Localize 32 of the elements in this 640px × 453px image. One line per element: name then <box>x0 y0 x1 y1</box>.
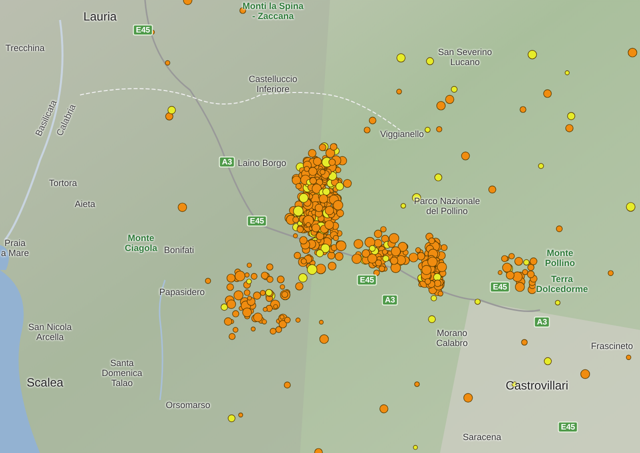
place-label: Viggianello <box>380 129 424 139</box>
place-label: San Nicola Arcella <box>28 322 72 342</box>
place-label: Lauria <box>83 10 117 24</box>
road-shield: E45 <box>558 422 578 432</box>
place-label: Bonifati <box>164 245 194 255</box>
place-label: Orsomarso <box>166 400 210 410</box>
place-label: Terra Dolcedorme <box>536 274 588 294</box>
road-shield: E45 <box>490 282 510 292</box>
place-label: Laino Borgo <box>238 158 286 168</box>
road-shield: E45 <box>246 216 268 226</box>
place-label: Parco Nazionale del Pollino <box>414 196 480 216</box>
place-label: Trecchina <box>5 43 45 53</box>
place-label: Praia a Mare <box>1 238 29 258</box>
place-label: Aieta <box>74 199 96 209</box>
road-shield: A3 <box>382 294 398 306</box>
road-shield: A3 <box>218 156 236 168</box>
road-shield: E45 <box>356 274 378 286</box>
road-shield: A3 <box>534 316 550 328</box>
place-label: Monte Ciagola <box>124 233 158 253</box>
place-label: Scalea <box>26 376 64 390</box>
place-label: Frascineto <box>590 341 634 351</box>
place-label: Castrovillari <box>506 380 568 392</box>
place-label: Monti la Spina - Zaccana <box>242 1 304 21</box>
place-label: Santa Domenica Talao <box>102 358 142 388</box>
place-label: San Severino Lucano <box>438 47 492 67</box>
place-label: Monte Pollino <box>545 248 575 268</box>
road-shield: E45 <box>132 24 154 36</box>
place-label: Papasidero <box>159 287 205 297</box>
place-label: Tortora <box>49 178 77 188</box>
place-label: Saracena <box>462 432 502 442</box>
place-label: Castelluccio Inferiore <box>248 74 298 94</box>
place-label: Morano Calabro <box>436 328 468 348</box>
